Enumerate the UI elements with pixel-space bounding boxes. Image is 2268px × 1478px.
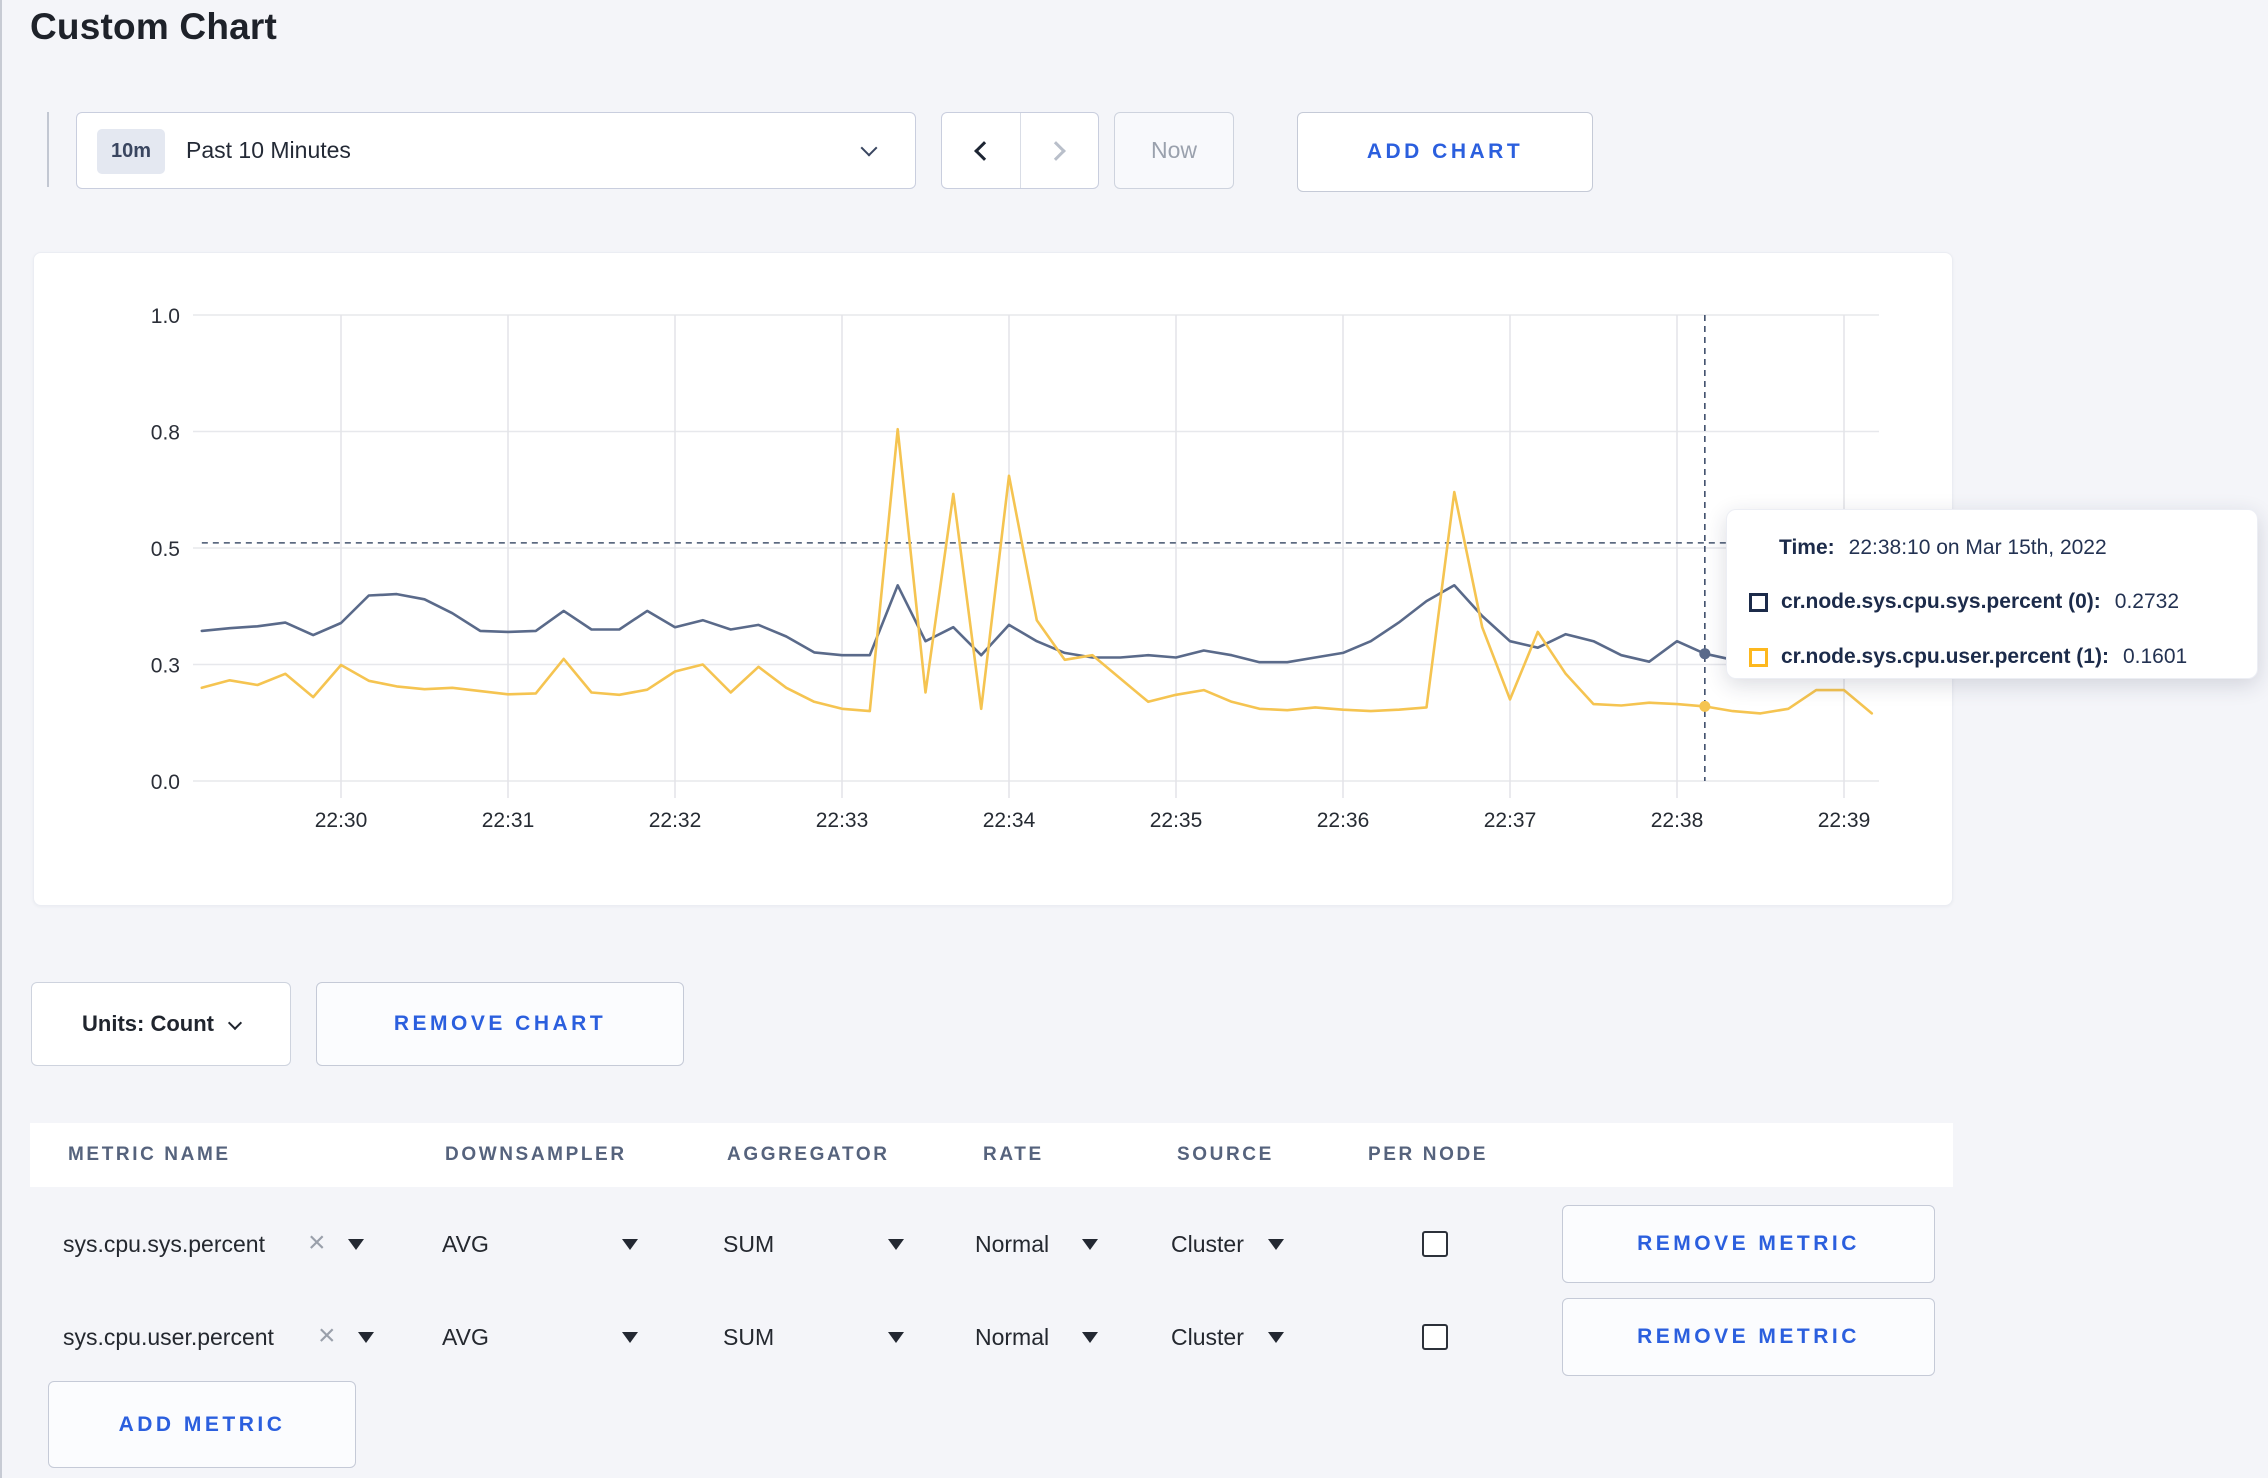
time-range-select[interactable]: 10m Past 10 Minutes bbox=[76, 112, 916, 189]
tooltip-series-value: 0.1601 bbox=[2122, 645, 2188, 668]
clear-metric-icon[interactable]: × bbox=[308, 1205, 326, 1281]
series-sys-swatch-icon bbox=[1749, 592, 1768, 612]
remove-metric-button[interactable]: REMOVE METRIC bbox=[1562, 1205, 1935, 1283]
add-chart-button[interactable]: ADD CHART bbox=[1297, 112, 1593, 192]
hover-point-dot bbox=[1699, 700, 1711, 712]
clear-metric-icon[interactable]: × bbox=[318, 1298, 336, 1374]
downsampler-select[interactable]: AVG bbox=[442, 1298, 489, 1376]
svg-text:22:39: 22:39 bbox=[1818, 809, 1871, 832]
tooltip-series-label: cr.node.sys.cpu.user.percent (1): bbox=[1781, 645, 2109, 668]
header-aggregator: AGGREGATOR bbox=[727, 1144, 890, 1165]
svg-text:0.5: 0.5 bbox=[151, 538, 180, 561]
remove-metric-button[interactable]: REMOVE METRIC bbox=[1562, 1298, 1935, 1376]
per-node-checkbox[interactable] bbox=[1422, 1231, 1448, 1257]
tooltip-time-row: Time: 22:38:10 on Mar 15th, 2022 bbox=[1779, 536, 2107, 560]
tooltip-series-value: 0.2732 bbox=[2114, 590, 2180, 613]
metric-name-select[interactable]: sys.cpu.user.percent bbox=[63, 1298, 274, 1376]
rate-dropdown-icon[interactable] bbox=[1082, 1239, 1098, 1250]
hover-point-dot bbox=[1699, 648, 1711, 660]
aggregator-dropdown-icon[interactable] bbox=[888, 1332, 904, 1343]
custom-chart-page: Custom Chart 10m Past 10 Minutes Now ADD… bbox=[0, 0, 2268, 1478]
tooltip-series-row: cr.node.sys.cpu.sys.percent (0): 0.2732 bbox=[1749, 590, 2179, 614]
timeseries-chart[interactable]: 0.0 0.3 0.5 0.8 1.0 22:30 22:31 22:32 22:33 22:34… bbox=[34, 253, 1952, 905]
series-user bbox=[200, 427, 1874, 715]
aggregator-select[interactable]: SUM bbox=[723, 1205, 774, 1283]
svg-text:22:30: 22:30 bbox=[315, 809, 368, 832]
per-node-checkbox[interactable] bbox=[1422, 1324, 1448, 1350]
svg-text:22:37: 22:37 bbox=[1484, 809, 1537, 832]
page-title: Custom Chart bbox=[30, 6, 278, 47]
header-metric-name: METRIC NAME bbox=[68, 1144, 231, 1165]
time-range-badge: 10m bbox=[97, 129, 166, 174]
metrics-table-header: METRIC NAME DOWNSAMPLER AGGREGATOR RATE … bbox=[30, 1123, 1953, 1187]
svg-text:1.0: 1.0 bbox=[151, 305, 180, 328]
gridlines bbox=[193, 314, 1879, 798]
svg-text:22:32: 22:32 bbox=[649, 809, 702, 832]
now-button[interactable]: Now bbox=[1114, 112, 1234, 189]
metric-name-select[interactable]: sys.cpu.sys.percent bbox=[63, 1205, 265, 1283]
source-dropdown-icon[interactable] bbox=[1268, 1239, 1284, 1250]
aggregator-dropdown-icon[interactable] bbox=[888, 1239, 904, 1250]
units-select[interactable]: Units: Count bbox=[31, 982, 291, 1066]
add-metric-button[interactable]: ADD METRIC bbox=[48, 1381, 356, 1468]
time-forward-button[interactable] bbox=[1019, 113, 1099, 188]
downsampler-dropdown-icon[interactable] bbox=[622, 1239, 638, 1250]
time-back-button[interactable] bbox=[942, 113, 1020, 188]
header-downsampler: DOWNSAMPLER bbox=[445, 1144, 627, 1165]
chevron-down-icon bbox=[227, 1015, 243, 1031]
downsampler-select[interactable]: AVG bbox=[442, 1205, 489, 1283]
toolbar-divider bbox=[47, 112, 49, 187]
svg-text:22:36: 22:36 bbox=[1317, 809, 1370, 832]
chevron-left-icon bbox=[973, 140, 994, 161]
chart-tooltip: Time: 22:38:10 on Mar 15th, 2022 cr.node… bbox=[1726, 509, 2258, 679]
metric-row: sys.cpu.sys.percent × AVG SUM Normal Clu… bbox=[0, 1205, 2268, 1283]
svg-text:0.3: 0.3 bbox=[151, 655, 180, 678]
chart-panel: 0.0 0.3 0.5 0.8 1.0 22:30 22:31 22:32 22:33 22:34… bbox=[33, 252, 1953, 906]
source-select[interactable]: Cluster bbox=[1171, 1298, 1244, 1376]
rate-dropdown-icon[interactable] bbox=[1082, 1332, 1098, 1343]
tooltip-time-value: 22:38:10 on Mar 15th, 2022 bbox=[1848, 536, 2107, 559]
header-per-node: PER NODE bbox=[1368, 1144, 1489, 1165]
svg-text:0.8: 0.8 bbox=[151, 422, 180, 445]
time-range-label: Past 10 Minutes bbox=[186, 137, 351, 163]
source-dropdown-icon[interactable] bbox=[1268, 1332, 1284, 1343]
aggregator-select[interactable]: SUM bbox=[723, 1298, 774, 1376]
chevron-down-icon bbox=[860, 139, 878, 157]
svg-text:22:34: 22:34 bbox=[983, 809, 1036, 832]
metric-dropdown-icon[interactable] bbox=[358, 1332, 374, 1343]
tooltip-time-label: Time: bbox=[1779, 536, 1835, 559]
rate-select[interactable]: Normal bbox=[975, 1298, 1049, 1376]
tooltip-series-label: cr.node.sys.cpu.sys.percent (0): bbox=[1781, 590, 2101, 613]
source-select[interactable]: Cluster bbox=[1171, 1205, 1244, 1283]
chevron-right-icon bbox=[1046, 140, 1067, 161]
svg-text:22:35: 22:35 bbox=[1150, 809, 1203, 832]
remove-chart-button[interactable]: REMOVE CHART bbox=[316, 982, 684, 1066]
rate-select[interactable]: Normal bbox=[975, 1205, 1049, 1283]
svg-text:22:38: 22:38 bbox=[1651, 809, 1704, 832]
svg-text:22:33: 22:33 bbox=[816, 809, 869, 832]
series-user-swatch-icon bbox=[1749, 647, 1768, 667]
header-rate: RATE bbox=[983, 1144, 1044, 1165]
svg-text:22:31: 22:31 bbox=[482, 809, 535, 832]
units-label: Units: Count bbox=[82, 1011, 214, 1036]
metric-dropdown-icon[interactable] bbox=[348, 1239, 364, 1250]
time-nav-group bbox=[941, 112, 1099, 189]
series-sys bbox=[200, 583, 1874, 664]
metric-row: sys.cpu.user.percent × AVG SUM Normal Cl… bbox=[0, 1298, 2268, 1376]
axis-tick-labels: 0.0 0.3 0.5 0.8 1.0 22:30 22:31 22:32 22:33 22:34… bbox=[151, 305, 1870, 832]
downsampler-dropdown-icon[interactable] bbox=[622, 1332, 638, 1343]
header-source: SOURCE bbox=[1177, 1144, 1274, 1165]
tooltip-series-row: cr.node.sys.cpu.user.percent (1): 0.1601 bbox=[1749, 645, 2187, 669]
svg-text:0.0: 0.0 bbox=[151, 771, 180, 794]
